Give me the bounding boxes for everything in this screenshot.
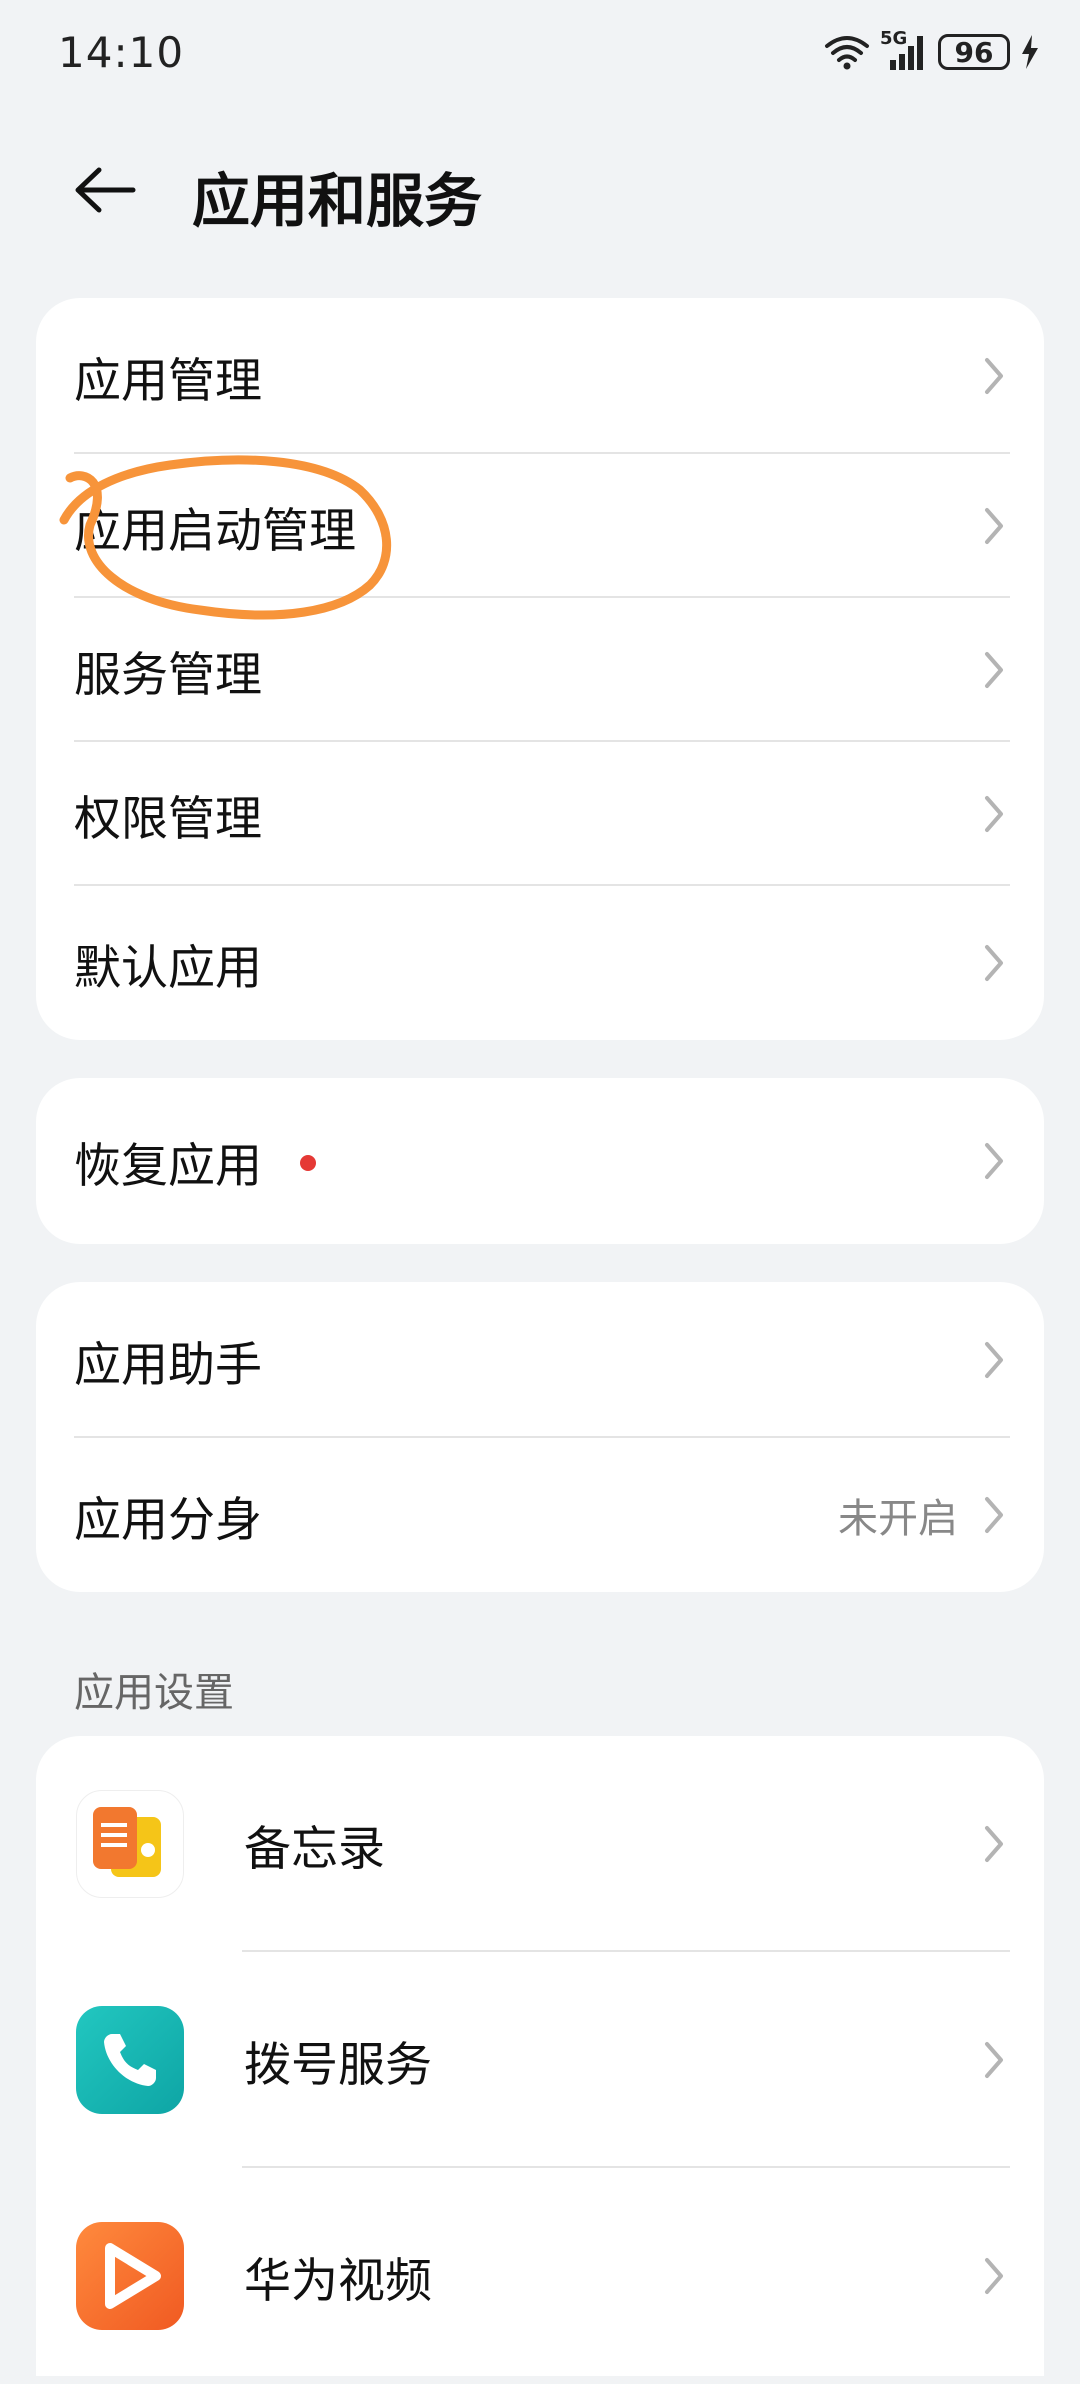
chevron-right-icon — [985, 1342, 1003, 1378]
row-label: 应用管理 — [74, 353, 262, 409]
wifi-icon — [825, 36, 869, 70]
notepad-icon — [76, 1790, 184, 1898]
app-row-dialer[interactable]: 拨号服务 — [36, 1952, 1044, 2168]
back-button[interactable] — [60, 150, 150, 230]
app-assistant-row[interactable]: 应用助手 — [36, 1282, 1044, 1438]
app-label: 备忘录 — [244, 1821, 385, 1877]
battery-indicator: 96 — [938, 34, 1010, 70]
app-twin-row[interactable]: 应用分身 未开启 — [36, 1438, 1044, 1592]
chevron-right-icon — [985, 945, 1003, 981]
status-icons: 5G 96 — [824, 28, 1040, 74]
row-label: 应用分身 — [74, 1492, 262, 1548]
phone-icon — [76, 2006, 184, 2114]
app-settings-list: 备忘录 拨号服务 华为视频 — [36, 1736, 1044, 2376]
charging-bolt-icon — [1022, 35, 1038, 69]
default-apps-row[interactable]: 默认应用 — [36, 886, 1044, 1040]
chevron-right-icon — [985, 2042, 1003, 2078]
section-header: 应用设置 — [74, 1670, 234, 1716]
chevron-right-icon — [985, 796, 1003, 832]
chevron-right-icon — [985, 1826, 1003, 1862]
settings-group-assist: 应用助手 应用分身 未开启 — [36, 1282, 1044, 1592]
back-arrow-icon — [75, 167, 136, 213]
cellular-signal-icon: 5G — [880, 28, 928, 72]
row-label: 默认应用 — [74, 940, 262, 996]
app-row-huawei-video[interactable]: 华为视频 — [36, 2168, 1044, 2384]
row-label: 恢复应用 — [74, 1138, 262, 1194]
header: 应用和服务 — [0, 130, 1080, 250]
restore-apps-row[interactable]: 恢复应用 — [36, 1078, 1044, 1244]
row-value: 未开启 — [838, 1496, 958, 1542]
chevron-right-icon — [985, 1143, 1003, 1179]
notification-dot — [300, 1155, 316, 1171]
chevron-right-icon — [985, 358, 1003, 394]
settings-group-main: 应用管理 应用启动管理 服务管理 权限管理 默认应用 — [36, 298, 1044, 1040]
chevron-right-icon — [985, 1497, 1003, 1533]
row-label: 应用启动管理 — [74, 503, 356, 559]
row-label: 应用助手 — [74, 1337, 262, 1393]
service-management-row[interactable]: 服务管理 — [36, 598, 1044, 742]
app-management-row[interactable]: 应用管理 — [36, 298, 1044, 454]
video-icon — [76, 2222, 184, 2330]
chevron-right-icon — [985, 2258, 1003, 2294]
app-launch-management-row[interactable]: 应用启动管理 — [36, 454, 1044, 598]
app-label: 拨号服务 — [244, 2037, 432, 2093]
row-label: 权限管理 — [74, 791, 262, 847]
status-bar: 14:10 5G 96 — [0, 0, 1080, 110]
app-label: 华为视频 — [244, 2253, 432, 2309]
row-label: 服务管理 — [74, 647, 262, 703]
settings-group-restore: 恢复应用 — [36, 1078, 1044, 1244]
chevron-right-icon — [985, 652, 1003, 688]
permission-management-row[interactable]: 权限管理 — [36, 742, 1044, 886]
page-title: 应用和服务 — [192, 167, 483, 235]
battery-level: 96 — [954, 35, 994, 69]
status-time: 14:10 — [58, 28, 185, 77]
chevron-right-icon — [985, 508, 1003, 544]
app-row-notepad[interactable]: 备忘录 — [36, 1736, 1044, 1952]
